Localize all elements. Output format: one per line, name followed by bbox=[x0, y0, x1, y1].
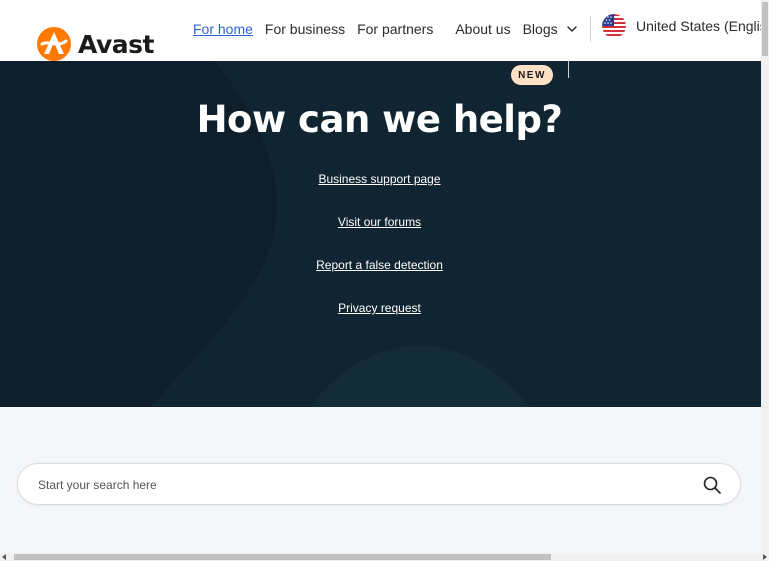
page-title: How can we help? bbox=[196, 98, 563, 141]
chevron-down-icon[interactable] bbox=[566, 23, 578, 35]
region-label: United States (Englis bbox=[636, 18, 767, 34]
nav-for-home[interactable]: For home bbox=[193, 21, 253, 37]
nav-for-partners[interactable]: For partners bbox=[357, 21, 433, 37]
search-icon[interactable] bbox=[702, 475, 722, 495]
top-nav: For home For business For partners About… bbox=[193, 16, 591, 42]
horizontal-scroll-thumb[interactable] bbox=[14, 554, 551, 560]
link-visit-forums[interactable]: Visit our forums bbox=[0, 215, 759, 230]
us-flag-icon bbox=[602, 14, 626, 38]
avast-logo-icon bbox=[37, 27, 71, 61]
header-scrollbar[interactable] bbox=[761, 0, 769, 61]
site-header: Avast For home For business For partners… bbox=[0, 0, 769, 61]
link-privacy-request[interactable]: Privacy request bbox=[0, 301, 759, 316]
hero-section: NEW How can we help? Business support pa… bbox=[0, 61, 761, 407]
search-input[interactable] bbox=[38, 474, 678, 496]
region-selector[interactable]: United States (Englis bbox=[602, 14, 767, 38]
link-business-support[interactable]: Business support page bbox=[0, 172, 759, 187]
nav-blogs[interactable]: Blogs bbox=[523, 21, 558, 37]
horizontal-scrollbar[interactable] bbox=[0, 553, 769, 561]
link-report-false-detection[interactable]: Report a false detection bbox=[0, 258, 759, 273]
nav-for-business[interactable]: For business bbox=[265, 21, 345, 37]
scroll-left-icon[interactable] bbox=[2, 554, 6, 560]
nav-about-us[interactable]: About us bbox=[455, 21, 510, 37]
vertical-scrollbar[interactable] bbox=[761, 61, 769, 553]
help-links: Business support page Visit our forums R… bbox=[0, 172, 759, 344]
page: Avast For home For business For partners… bbox=[0, 0, 769, 561]
scroll-right-icon[interactable] bbox=[763, 554, 767, 560]
avast-logo[interactable]: Avast bbox=[36, 26, 154, 62]
search-section bbox=[0, 407, 761, 561]
hero-divider bbox=[568, 61, 569, 78]
nav-divider bbox=[589, 16, 591, 42]
new-badge: NEW bbox=[511, 65, 553, 85]
search-box bbox=[17, 463, 741, 505]
brand-name: Avast bbox=[78, 29, 154, 59]
